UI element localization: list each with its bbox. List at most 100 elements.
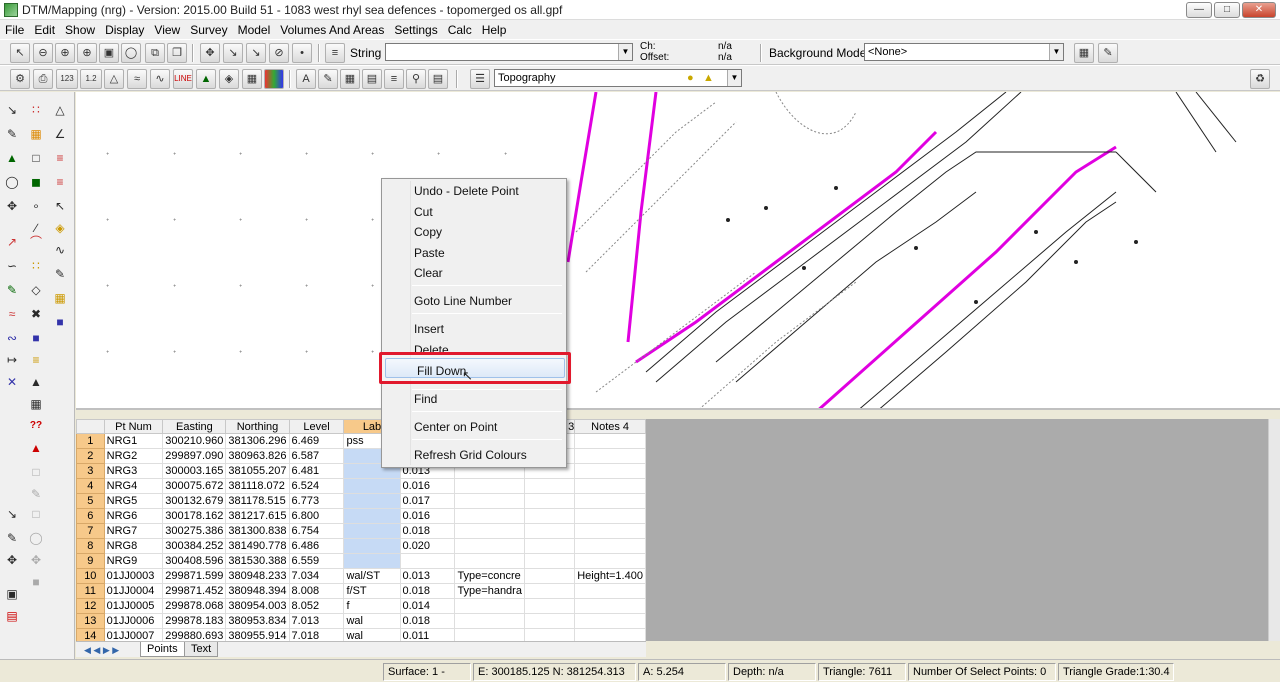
menu-show[interactable]: Show [60, 23, 100, 37]
cell-c9[interactable] [574, 538, 646, 554]
cell-e[interactable]: 299878.183 [162, 613, 227, 629]
menu-file[interactable]: File [0, 23, 29, 37]
string-tool-icon[interactable]: ≡ [325, 43, 345, 63]
text-tool-icon[interactable]: ✎ [2, 528, 22, 548]
triangle-tool-icon[interactable]: △ [50, 100, 70, 120]
menu-item-undo-delete-point[interactable]: Undo - Delete Point [414, 184, 519, 198]
row-number[interactable]: 2 [76, 448, 105, 464]
cell-c7[interactable]: Type=handra [454, 583, 525, 599]
cell-lv[interactable]: 7.013 [288, 613, 345, 629]
cell-c9[interactable] [574, 463, 646, 479]
menu-help[interactable]: Help [477, 23, 512, 37]
minimize-button[interactable]: — [1186, 2, 1212, 18]
dots-tool-icon[interactable]: ∷ [26, 256, 46, 276]
cell-c8[interactable] [523, 553, 576, 569]
cell-no[interactable]: 380953.834 [225, 613, 290, 629]
table-row[interactable]: 11 01JJ0004 299871.452 380948.394 8.008 f/ST 0… [76, 583, 646, 599]
cell-lab[interactable]: wal [343, 613, 401, 629]
cell-lv[interactable]: 6.524 [288, 478, 345, 494]
cell-e[interactable]: 299878.068 [162, 598, 227, 614]
cell-c8[interactable] [523, 493, 576, 509]
snap-icon[interactable]: ⊘ [269, 43, 289, 63]
cell-c8[interactable] [523, 538, 576, 554]
cell-pt[interactable]: NRG5 [103, 493, 164, 509]
cell-e[interactable]: 300003.165 [162, 463, 227, 479]
menu-settings[interactable]: Settings [389, 23, 442, 37]
cell-lab[interactable] [343, 553, 401, 569]
menu-display[interactable]: Display [100, 23, 149, 37]
blue-tool-icon[interactable]: ■ [50, 312, 70, 332]
row-number[interactable]: 14 [76, 628, 105, 641]
cell-c8[interactable] [523, 628, 576, 641]
row-number[interactable]: 1 [76, 433, 105, 449]
menu-item-insert[interactable]: Insert [414, 322, 444, 336]
menu-item-copy[interactable]: Copy [414, 225, 442, 239]
redraw-icon[interactable]: ⧉ [145, 43, 165, 63]
cell-c7[interactable] [454, 598, 525, 614]
cell-lab[interactable]: f [343, 598, 401, 614]
cell-c7[interactable] [454, 508, 525, 524]
tab-nav-arrows-icon[interactable]: ◀ ◀ ▶ ▶ [78, 644, 125, 657]
move-tool-icon[interactable]: ✥ [2, 196, 22, 216]
image-icon[interactable]: ▦ [1074, 43, 1094, 63]
col-header-easting[interactable]: Easting [162, 419, 227, 434]
menu-calc[interactable]: Calc [443, 23, 477, 37]
layer-combo[interactable]: Topography ● ▲ ▼ [494, 69, 742, 87]
wave-tool-icon[interactable]: ∿ [50, 240, 70, 260]
stack-tool-icon[interactable]: ≡ [26, 350, 46, 370]
cell-pt[interactable]: 01JJ0006 [103, 613, 164, 629]
draw-tool-icon[interactable]: ✎ [2, 124, 22, 144]
cell-lab[interactable]: f/ST [343, 583, 401, 599]
table-row[interactable]: 5 NRG5 300132.679 381178.515 6.773 0.017 [76, 493, 646, 509]
line-icon[interactable]: LINE [173, 69, 193, 89]
lightbulb-icon[interactable]: ● [687, 70, 694, 86]
cell-pt[interactable]: 01JJ0007 [103, 628, 164, 641]
cell-c8[interactable] [523, 508, 576, 524]
cell-no[interactable]: 380948.233 [225, 568, 290, 584]
col-header-pt-num[interactable]: Pt Num [103, 419, 164, 434]
grid-corner[interactable] [76, 419, 105, 434]
select-string-icon[interactable]: ↘ [246, 43, 266, 63]
col-header-level[interactable]: Level [288, 419, 345, 434]
cell-lv[interactable]: 6.559 [288, 553, 345, 569]
tab-text[interactable]: Text [184, 642, 219, 657]
layers-icon[interactable]: ☰ [470, 69, 490, 89]
point-level-icon[interactable]: 1.2 [80, 69, 102, 89]
settings-icon[interactable]: ⚙ [10, 69, 30, 89]
menu-volumes-and-areas[interactable]: Volumes And Areas [275, 23, 389, 37]
cell-lv[interactable]: 7.034 [288, 568, 345, 584]
cell-c9[interactable] [574, 583, 646, 599]
drawing-canvas[interactable]: + + + + + + + + + + + + + + + + + + + + + + [76, 92, 1280, 410]
pan-icon[interactable]: ✥ [200, 43, 220, 63]
cell-c8[interactable] [523, 523, 576, 539]
row-number[interactable]: 6 [76, 508, 105, 524]
string-text-tool-icon[interactable]: ↘ [2, 504, 22, 524]
background-model-combo[interactable]: <None> ▼ [864, 43, 1064, 61]
point-number-icon[interactable]: 123 [56, 69, 78, 89]
table-row[interactable]: 9 NRG9 300408.596 381530.388 6.559 [76, 553, 646, 569]
cell-e[interactable]: 299871.599 [162, 568, 227, 584]
table-row[interactable]: 10 01JJ0003 299871.599 380948.233 7.034 wal/S… [76, 568, 646, 584]
grid-tool-icon[interactable]: ▦ [26, 124, 46, 144]
cell-c6[interactable]: 0.016 [399, 478, 456, 494]
move-text-tool-icon[interactable]: ✥ [2, 550, 22, 570]
cell-c6[interactable] [399, 553, 456, 569]
cell-c9[interactable] [574, 598, 646, 614]
cell-lv[interactable]: 8.052 [288, 598, 345, 614]
cell-pt[interactable]: NRG2 [103, 448, 164, 464]
cell-lv[interactable]: 6.486 [288, 538, 345, 554]
row-number[interactable]: 9 [76, 553, 105, 569]
curve-tool-icon[interactable]: ∽ [2, 256, 22, 276]
warning-icon[interactable]: ▲ [703, 70, 714, 86]
cell-pt[interactable]: NRG9 [103, 553, 164, 569]
cell-lab[interactable] [343, 523, 401, 539]
col-header-notes-4[interactable]: Notes 4 [574, 419, 646, 434]
close-button[interactable]: ✕ [1242, 2, 1276, 18]
image-tool-icon[interactable]: ▦ [50, 288, 70, 308]
maximize-button[interactable]: □ [1214, 2, 1240, 18]
row-number[interactable]: 10 [76, 568, 105, 584]
cell-lv[interactable]: 6.469 [288, 433, 345, 449]
cell-no[interactable]: 381306.296 [225, 433, 290, 449]
pin-icon[interactable]: ⚲ [406, 69, 426, 89]
cell-pt[interactable]: 01JJ0005 [103, 598, 164, 614]
